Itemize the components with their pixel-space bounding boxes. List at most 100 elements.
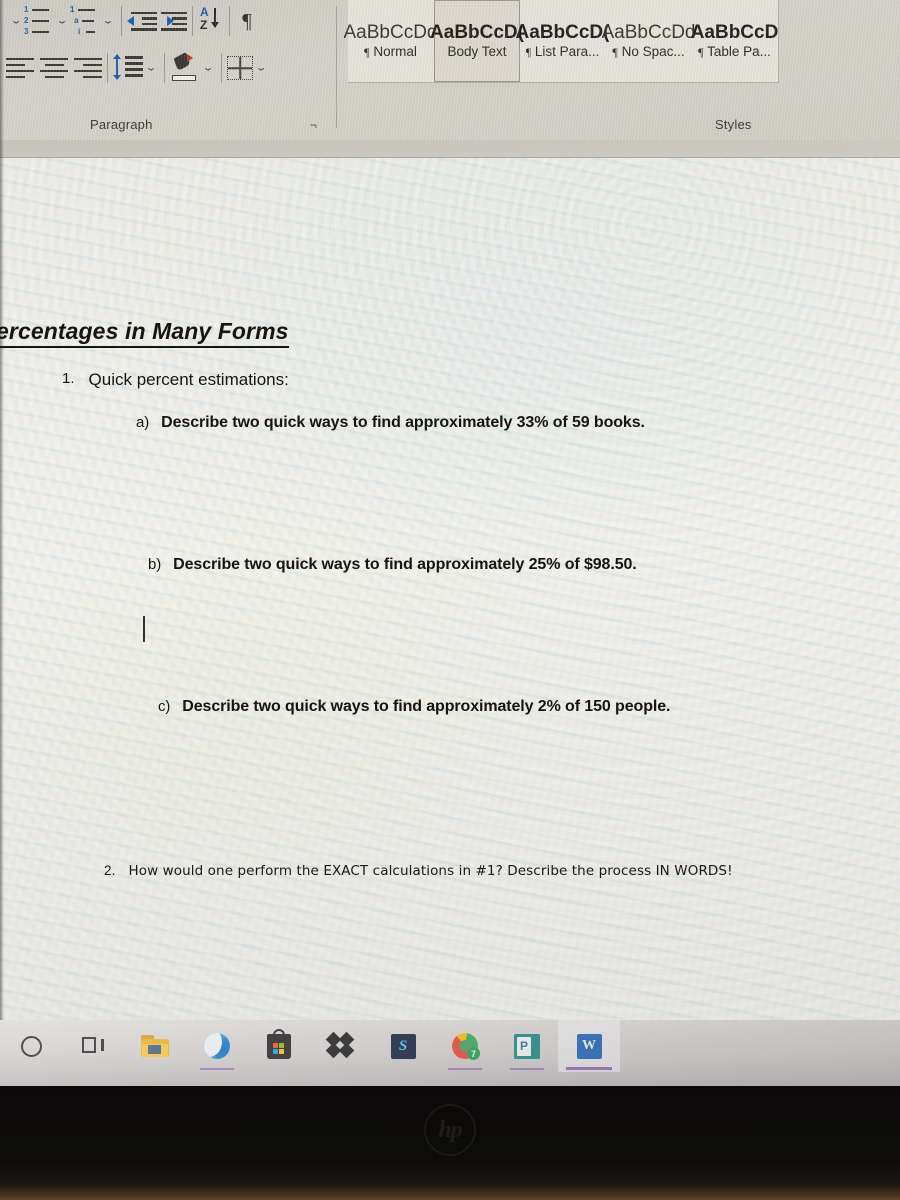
line-spacing-icon bbox=[113, 54, 143, 82]
increase-indent-button[interactable] bbox=[157, 2, 187, 40]
borders-grid-icon bbox=[227, 56, 253, 80]
list-marker: 1. bbox=[62, 370, 75, 387]
taskbar-item-file-explorer[interactable] bbox=[124, 1020, 186, 1072]
document-heading: ercentages in Many Forms bbox=[0, 318, 289, 348]
taskbar-item-task-view[interactable] bbox=[62, 1020, 124, 1072]
paragraph-row-2: ⌄ ⌄ ⌄ bbox=[0, 44, 269, 92]
bezel-reflection bbox=[0, 1184, 900, 1200]
taskbar-item-microsoft-store[interactable] bbox=[248, 1020, 310, 1072]
shading-dropdown-chevron-icon[interactable]: ⌄ bbox=[197, 63, 219, 72]
list-marker: 2. bbox=[104, 863, 116, 878]
list-item-1c: c) Describe two quick ways to find appro… bbox=[158, 698, 670, 716]
list-text: Describe two quick ways to find approxim… bbox=[173, 556, 637, 573]
chrome-icon: 7 bbox=[452, 1033, 480, 1060]
ribbon-divider-2 bbox=[192, 6, 193, 36]
document-page[interactable]: ercentages in Many Forms 1. Quick percen… bbox=[0, 158, 900, 1020]
ribbon-divider-5 bbox=[164, 53, 165, 83]
align-left-button[interactable] bbox=[6, 49, 38, 87]
taskbar-item-chrome[interactable]: 7 bbox=[434, 1020, 496, 1072]
ribbon-group-paragraph: ⌄ 1 2 3 ⌄ 1 a i ⌄ A Z ¶ ⌄ ⌄ ⌄ Paragraph … bbox=[0, 0, 334, 140]
style-item-body-text[interactable]: AaBbCcD( Body Text bbox=[430, 0, 524, 82]
sort-button[interactable]: AZ bbox=[198, 2, 224, 40]
style-name: ¶ List Para... bbox=[525, 45, 600, 59]
ruler-band[interactable] bbox=[0, 140, 900, 158]
shading-button[interactable] bbox=[170, 49, 200, 87]
paragraph-dialog-launcher-icon[interactable]: ⌐ bbox=[310, 118, 317, 132]
taskbar-item-edge[interactable] bbox=[186, 1020, 248, 1072]
style-item-no-spacing[interactable]: AaBbCcDd ¶ No Spac... bbox=[602, 0, 696, 82]
show-formatting-marks-button[interactable]: ¶ bbox=[235, 2, 259, 40]
paint-bucket-icon bbox=[170, 52, 200, 83]
ribbon-divider-6 bbox=[221, 53, 222, 83]
list-text: Describe two quick ways to find approxim… bbox=[182, 698, 671, 715]
powerpoint-letter: P bbox=[519, 1039, 528, 1053]
taskbar-item-dropbox[interactable] bbox=[310, 1020, 372, 1072]
screenshot-root: ⌄ 1 2 3 ⌄ 1 a i ⌄ A Z ¶ ⌄ ⌄ ⌄ Paragraph … bbox=[0, 0, 900, 1200]
moire-overlay bbox=[0, 158, 900, 1020]
paragraph-group-label: Paragraph bbox=[90, 117, 153, 132]
decrease-indent-button[interactable] bbox=[127, 2, 157, 40]
list-text: Quick percent estimations: bbox=[88, 370, 289, 389]
edge-icon bbox=[204, 1033, 230, 1059]
pilcrow-icon: ¶ bbox=[242, 8, 252, 33]
list-item-2: 2. How would one perform the EXACT calcu… bbox=[104, 863, 733, 881]
ribbon-group-divider bbox=[336, 6, 337, 128]
shopping-bag-icon bbox=[267, 1028, 291, 1059]
styles-group-label: Styles bbox=[715, 117, 752, 132]
list-item-1b: b) Describe two quick ways to find appro… bbox=[148, 556, 637, 574]
chrome-badge-count: 7 bbox=[467, 1047, 480, 1060]
line-spacing-dropdown-chevron-icon[interactable]: ⌄ bbox=[140, 63, 162, 72]
styles-gallery: AaBbCcDd ¶ Normal AaBbCcD( Body Text AaB… bbox=[344, 0, 779, 83]
paragraph-row-1: ⌄ 1 2 3 ⌄ 1 a i ⌄ A Z ¶ bbox=[0, 0, 259, 42]
style-preview: AaBbCcDd bbox=[601, 22, 696, 44]
style-name: ¶ Table Pa... bbox=[698, 45, 771, 59]
list-marker: a) bbox=[136, 414, 150, 431]
hp-logo: hp bbox=[424, 1104, 476, 1156]
style-name: ¶ No Spac... bbox=[612, 45, 685, 59]
ribbon-divider bbox=[121, 6, 122, 36]
ribbon-divider-4 bbox=[107, 53, 108, 83]
dark-app-icon bbox=[390, 1033, 416, 1059]
taskbar-icon-list: 7 P bbox=[0, 1020, 620, 1072]
powerpoint-icon: P bbox=[514, 1033, 540, 1059]
style-preview: AaBbCcDd bbox=[343, 22, 438, 44]
style-name: ¶ Normal bbox=[364, 45, 417, 59]
align-center-icon bbox=[38, 57, 70, 79]
align-right-icon bbox=[70, 57, 102, 79]
list-text: Describe two quick ways to find approxim… bbox=[161, 414, 645, 431]
windows-taskbar: 7 P bbox=[0, 1020, 900, 1086]
multilevel-list-dropdown-chevron-icon[interactable]: ⌄ bbox=[97, 16, 119, 25]
taskbar-item-word[interactable] bbox=[558, 1020, 620, 1072]
word-ribbon: ⌄ 1 2 3 ⌄ 1 a i ⌄ A Z ¶ ⌄ ⌄ ⌄ Paragraph … bbox=[0, 0, 900, 140]
text-cursor bbox=[143, 616, 145, 642]
numbered-list-button[interactable]: 1 2 3 bbox=[24, 2, 54, 40]
multilevel-list-button[interactable]: 1 a i bbox=[70, 2, 100, 40]
style-preview: AaBbCcD( bbox=[515, 22, 610, 44]
taskbar-item-powerpoint[interactable]: P bbox=[496, 1020, 558, 1072]
list-item-1: 1. Quick percent estimations: bbox=[62, 370, 289, 390]
align-right-button[interactable] bbox=[70, 49, 102, 87]
decrease-indent-icon bbox=[127, 8, 157, 34]
style-item-normal[interactable]: AaBbCcDd ¶ Normal bbox=[344, 0, 438, 82]
taskbar-item-terminal-app[interactable] bbox=[372, 1020, 434, 1072]
borders-dropdown-chevron-icon[interactable]: ⌄ bbox=[250, 63, 272, 72]
list-marker: c) bbox=[158, 698, 171, 715]
align-left-icon bbox=[6, 57, 38, 79]
style-preview: AaBbCcD( bbox=[430, 22, 524, 44]
borders-button[interactable] bbox=[227, 49, 253, 87]
task-view-icon bbox=[82, 1037, 104, 1055]
line-spacing-button[interactable] bbox=[113, 49, 143, 87]
word-icon bbox=[576, 1033, 602, 1059]
style-item-table-paragraph[interactable]: AaBbCcD ¶ Table Pa... bbox=[691, 0, 779, 82]
list-marker: b) bbox=[148, 556, 162, 573]
moire-overlay-secondary bbox=[0, 158, 900, 1020]
dropbox-icon bbox=[325, 1031, 355, 1059]
folder-icon bbox=[141, 1035, 169, 1057]
sort-az-icon: AZ bbox=[198, 5, 224, 36]
taskbar-item-cortana[interactable] bbox=[0, 1020, 62, 1072]
ribbon-divider-3 bbox=[229, 6, 230, 36]
list-item-1a: a) Describe two quick ways to find appro… bbox=[136, 414, 645, 432]
align-center-button[interactable] bbox=[38, 49, 70, 87]
style-name: Body Text bbox=[447, 45, 507, 59]
style-item-list-paragraph[interactable]: AaBbCcD( ¶ List Para... bbox=[516, 0, 610, 82]
